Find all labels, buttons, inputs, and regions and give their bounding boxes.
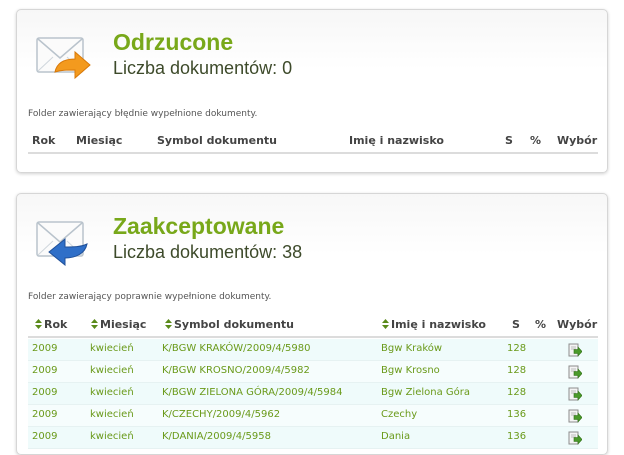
column-header-name[interactable]: Imię i nazwisko [349, 134, 444, 147]
cell-symbol[interactable]: K/BGW KRAKÓW/2009/4/5980 [162, 343, 311, 354]
column-header-label: Symbol dokumentu [174, 318, 295, 331]
panel-title: Zaakceptowane [113, 213, 285, 239]
cell-name: Czechy [381, 409, 418, 420]
cell-s: 136 [507, 431, 527, 442]
cell-year: 2009 [32, 431, 58, 442]
column-header-percent[interactable]: % [530, 134, 541, 147]
column-header-symbol[interactable]: Symbol dokumentu [157, 134, 277, 147]
column-header-percent[interactable]: % [535, 318, 546, 331]
cell-month: kwiecień [90, 343, 134, 354]
cell-name: Bgw Zielona Góra [381, 387, 470, 398]
panel-title: Odrzucone [113, 29, 234, 55]
cell-s: 128 [507, 365, 527, 376]
cell-month: kwiecień [90, 431, 134, 442]
cell-s: 128 [507, 343, 527, 354]
cell-symbol[interactable]: K/DANIA/2009/4/5958 [162, 431, 271, 442]
cell-symbol[interactable]: K/CZECHY/2009/4/5962 [162, 409, 280, 420]
select-document-icon[interactable] [568, 430, 583, 445]
table-row[interactable]: 2009 kwiecień K/BGW ZIELONA GÓRA/2009/4/… [28, 383, 598, 405]
column-header-month[interactable]: Miesiąc [91, 318, 146, 331]
rejected-folder-panel: Odrzucone Liczba dokumentów: 0 Folder za… [16, 9, 608, 173]
cell-name: Dania [381, 431, 411, 442]
table-row[interactable]: 2009 kwiecień K/CZECHY/2009/4/5962 Czech… [28, 405, 598, 427]
column-header-label: Rok [44, 318, 68, 331]
cell-name: Bgw Krosno [381, 365, 440, 376]
table-row[interactable]: 2009 kwiecień K/BGW KROSNO/2009/4/5982 B… [28, 361, 598, 383]
cell-name: Bgw Kraków [381, 343, 443, 354]
document-count: Liczba dokumentów: 0 [113, 58, 293, 78]
column-header-month[interactable]: Miesiąc [76, 134, 122, 147]
cell-symbol[interactable]: K/BGW ZIELONA GÓRA/2009/4/5984 [162, 387, 343, 398]
sort-arrows-icon [35, 319, 42, 329]
cell-month: kwiecień [90, 409, 134, 420]
folder-description: Folder zawierający poprawnie wypełnione … [28, 292, 272, 302]
column-header-select: Wybór [557, 318, 598, 331]
column-header-select: Wybór [557, 134, 598, 147]
sort-arrows-icon [165, 319, 172, 329]
column-header-s[interactable]: S [512, 318, 520, 331]
column-header-s[interactable]: S [505, 134, 513, 147]
cell-month: kwiecień [90, 365, 134, 376]
column-header-name[interactable]: Imię i nazwisko [382, 318, 486, 331]
cell-s: 128 [507, 387, 527, 398]
accepted-folder-panel: Zaakceptowane Liczba dokumentów: 38 Fold… [16, 193, 608, 455]
folder-description: Folder zawierający błędnie wypełnione do… [28, 109, 258, 119]
envelope-arrow-orange-icon [35, 32, 93, 82]
envelope-arrow-blue-icon [35, 216, 93, 267]
cell-year: 2009 [32, 343, 58, 354]
document-count: Liczba dokumentów: 38 [113, 242, 303, 262]
select-document-icon[interactable] [568, 408, 583, 423]
select-document-icon[interactable] [568, 342, 583, 357]
documents-table-body: 2009 kwiecień K/BGW KRAKÓW/2009/4/5980 B… [28, 339, 598, 449]
sort-arrows-icon [91, 319, 98, 329]
sort-arrows-icon [382, 319, 389, 329]
table-row[interactable]: 2009 kwiecień K/DANIA/2009/4/5958 Dania … [28, 427, 598, 449]
table-header: Rok Miesiąc Symbol dokumentu Imię i nazw… [28, 314, 598, 338]
select-document-icon[interactable] [568, 386, 583, 401]
column-header-label: Miesiąc [100, 318, 147, 331]
column-header-symbol[interactable]: Symbol dokumentu [165, 318, 294, 331]
table-header: Rok Miesiąc Symbol dokumentu Imię i nazw… [28, 130, 598, 154]
cell-year: 2009 [32, 409, 58, 420]
cell-year: 2009 [32, 387, 58, 398]
cell-symbol[interactable]: K/BGW KROSNO/2009/4/5982 [162, 365, 310, 376]
table-row[interactable]: 2009 kwiecień K/BGW KRAKÓW/2009/4/5980 B… [28, 339, 598, 361]
column-header-year[interactable]: Rok [32, 134, 55, 147]
column-header-year[interactable]: Rok [35, 318, 67, 331]
cell-year: 2009 [32, 365, 58, 376]
cell-s: 136 [507, 409, 527, 420]
column-header-label: Imię i nazwisko [391, 318, 486, 331]
select-document-icon[interactable] [568, 364, 583, 379]
cell-month: kwiecień [90, 387, 134, 398]
